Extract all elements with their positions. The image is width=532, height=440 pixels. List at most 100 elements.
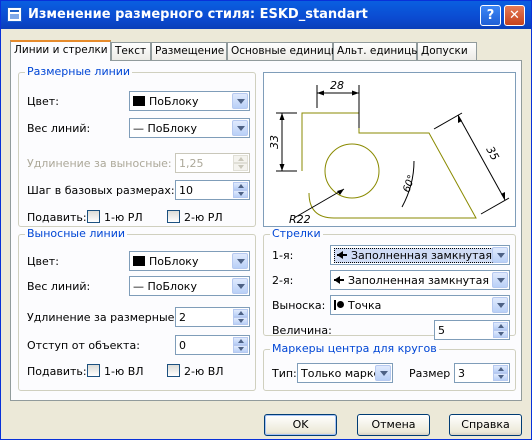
ext-color-select[interactable]: ПоБлоку [129,251,250,271]
tab-text[interactable]: Текст [111,42,151,60]
ext-offset-label: Отступ от объекта: [27,339,140,352]
leader-arrow-select[interactable]: Точка [330,295,510,315]
dim-suppress-1-checkbox[interactable] [87,210,100,223]
spin-down-icon[interactable] [493,330,508,338]
chevron-down-icon[interactable] [492,272,508,288]
chevron-down-icon[interactable] [232,253,248,269]
tab-fit[interactable]: Размещение [151,42,227,60]
ext-color-value: ПоБлоку [149,255,199,268]
leader-arrow-label: Выноска: [272,299,326,312]
spin-down-icon[interactable] [233,345,248,353]
part-hole [324,143,380,199]
dim-suppress-2-checkbox[interactable] [167,210,180,223]
center-type-label: Тип: [272,367,297,380]
center-size-value: 3 [458,367,465,380]
ok-button[interactable]: OK [264,414,337,436]
ext-lineweight-select[interactable]: — ПоБлоку [129,276,250,296]
dim-text-radius: R22 [289,213,311,226]
center-type-select[interactable]: Только маркер [297,363,393,383]
ext-extend-label: Удлинение за размерные: [27,311,179,324]
ext-line-diag-bottom [480,197,510,215]
arrow-size-label: Величина: [272,324,332,337]
color-swatch-icon [133,256,145,266]
dim-lineweight-select[interactable]: — ПоБлоку [129,118,250,138]
help-button[interactable]: Справка [449,414,522,436]
chevron-down-icon[interactable] [232,278,248,294]
dim-text-left: 33 [268,135,281,149]
arrowheads-title: Стрелки [270,227,323,240]
dimension-lines-group: Размерные линии Цвет: ПоБлоку Вес линий:… [18,65,256,227]
tab-lines-arrows[interactable]: Линии и стрелки [10,40,111,61]
dot-arrow-icon [334,300,344,310]
dim-baseline-spinner[interactable]: 10 [175,180,250,200]
dim-lineweight-label: Вес линий: [27,122,91,135]
ext-suppress-label: Подавить: [27,365,87,378]
ext-suppress-2-checkbox[interactable] [167,364,180,377]
chevron-down-icon[interactable] [232,120,248,136]
ext-color-label: Цвет: [27,255,59,268]
ext-lineweight-label: Вес линий: [27,280,91,293]
ext-suppress-2-label: 2-ю ВЛ [184,365,224,378]
second-arrow-value: Заполненная замкнутая [348,274,489,287]
dimension-lines-title: Размерные линии [25,65,133,78]
arrow-size-spinner[interactable]: 5 [434,320,510,340]
dim-baseline-value: 10 [179,184,193,197]
title-bar[interactable]: Изменение размерного стиля: ESKD_standar… [1,1,531,29]
dim-text-top: 28 [330,79,344,92]
dim-color-value: ПоБлоку [149,95,199,108]
ext-offset-spinner[interactable]: 0 [175,335,250,355]
tab-panel: Размерные линии Цвет: ПоБлоку Вес линий:… [10,60,522,401]
ext-extend-value: 2 [179,311,186,324]
center-size-label: Размер [409,367,451,380]
spin-up-icon[interactable] [233,182,248,190]
cancel-button[interactable]: Отмена [357,414,430,436]
ext-suppress-1-checkbox[interactable] [87,364,100,377]
spin-down-icon[interactable] [233,190,248,198]
dialog-window: Изменение размерного стиля: ESKD_standar… [0,0,532,440]
extension-lines-group: Выносные линии Цвет: ПоБлоку Вес линий: … [18,227,256,391]
dim-suppress-label: Подавить: [27,211,87,224]
chevron-down-icon[interactable] [232,93,248,109]
chevron-down-icon[interactable] [375,365,391,381]
dim-color-select[interactable]: ПоБлоку [129,91,250,111]
dimension-preview: 28 33 35 60° R22 [263,72,516,227]
tab-primary-units[interactable]: Основные единицы [227,42,339,60]
window-title: Изменение размерного стиля: ESKD_standar… [28,7,368,22]
close-button[interactable]: ✕ [504,5,525,26]
spin-up-icon[interactable] [493,322,508,330]
leader-arrow-value: Точка [348,299,382,312]
spin-up-icon [233,155,248,163]
arrow-size-value: 5 [438,324,445,337]
dim-extend-spinner: 1,25 [175,153,250,173]
spin-up-icon[interactable] [233,337,248,345]
help-title-button[interactable]: ? [480,5,501,26]
center-marks-group: Маркеры центра для кругов Тип: Только ма… [263,342,516,391]
closed-filled-arrow-icon [337,250,347,260]
second-arrow-select[interactable]: Заполненная замкнутая [330,270,510,290]
tab-alternate-units[interactable]: Альт. единицы [333,42,420,60]
chevron-down-icon[interactable] [492,247,508,263]
spin-up-icon[interactable] [233,309,248,317]
ext-extend-spinner[interactable]: 2 [175,307,250,327]
dim-extend-label: Удлинение за выносные: [27,157,172,170]
preview-drawing: 28 33 35 60° R22 [268,79,510,226]
ext-suppress-1-label: 1-ю ВЛ [104,365,144,378]
first-arrow-label: 1-я: [272,249,294,262]
dim-text-angle: 60° [401,174,417,194]
closed-filled-arrow-icon [334,275,344,285]
color-swatch-icon [133,96,145,106]
spin-down-icon [233,163,248,171]
spin-down-icon[interactable] [233,317,248,325]
dim-extend-value: 1,25 [179,157,204,170]
part-outline [301,112,477,219]
dim-baseline-label: Шаг в базовых размерах: [27,184,175,197]
arrowhead [352,90,359,96]
center-size-spinner[interactable]: 3 [454,363,510,383]
chevron-down-icon[interactable] [492,297,508,313]
spin-up-icon[interactable] [493,365,508,373]
first-arrow-select[interactable]: Заполненная замкнутая [330,245,510,265]
extension-lines-title: Выносные линии [25,227,128,240]
spin-down-icon[interactable] [493,373,508,381]
dim-color-label: Цвет: [27,95,59,108]
tab-tolerances[interactable]: Допуски [417,42,477,60]
